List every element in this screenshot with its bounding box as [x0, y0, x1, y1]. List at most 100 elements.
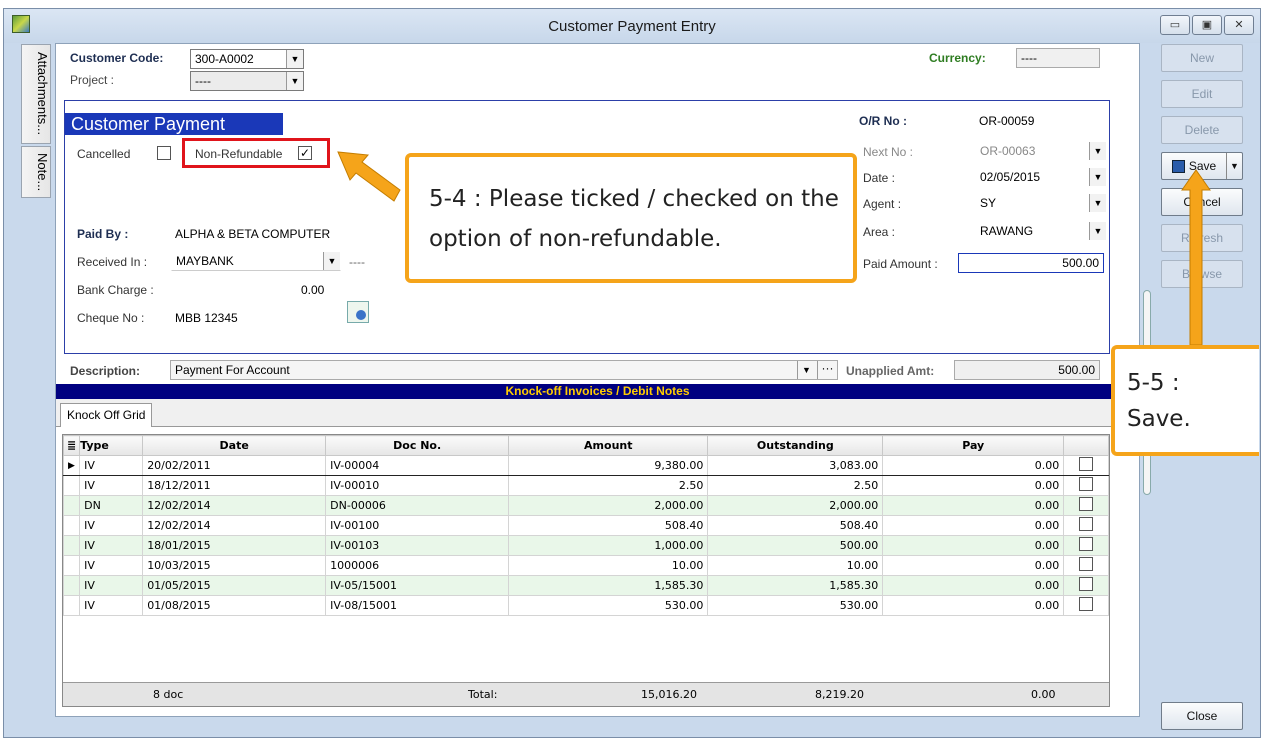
- row-checkbox[interactable]: [1079, 537, 1094, 551]
- chevron-down-icon[interactable]: ▼: [1089, 168, 1106, 186]
- cell-amount: 2,000.00: [508, 495, 709, 516]
- cell-date: 10/03/2015: [142, 555, 327, 576]
- col-doc-no[interactable]: Doc No.: [325, 435, 510, 456]
- next-no-combo[interactable]: OR-00063 ▼: [975, 141, 1107, 161]
- table-row[interactable]: IV 12/02/2014 IV-00100 508.40 508.40 0.0…: [63, 515, 1109, 536]
- received-in-extra: ----: [349, 255, 365, 269]
- cell-doc: IV-00010: [325, 475, 510, 496]
- attachments-tab[interactable]: Attachments...: [21, 44, 51, 144]
- paid-amount-field[interactable]: 500.00: [958, 253, 1104, 273]
- row-checkbox[interactable]: [1079, 497, 1094, 511]
- date-combo[interactable]: 02/05/2015 ▼: [975, 167, 1107, 187]
- cell-outstanding: 2,000.00: [707, 495, 884, 516]
- edit-button[interactable]: Edit: [1161, 80, 1243, 108]
- cell-date: 20/02/2011: [142, 455, 327, 476]
- grid-footer: 8 doc Total: 15,016.20 8,219.20 0.00: [63, 682, 1109, 706]
- cell-outstanding: 500.00: [707, 535, 884, 556]
- chevron-down-icon[interactable]: ▼: [797, 361, 815, 379]
- close-button[interactable]: Close: [1161, 702, 1243, 730]
- save-button[interactable]: Save ▼: [1161, 152, 1243, 180]
- cheque-no-value[interactable]: MBB 12345: [175, 311, 238, 325]
- table-row[interactable]: IV 18/01/2015 IV-00103 1,000.00 500.00 0…: [63, 535, 1109, 556]
- cell-pay[interactable]: 0.00: [882, 555, 1065, 576]
- grid-menu-icon[interactable]: ≣: [63, 435, 81, 456]
- cell-doc: IV-00103: [325, 535, 510, 556]
- area-combo[interactable]: RAWANG ▼: [975, 221, 1107, 241]
- chevron-down-icon[interactable]: ▼: [1089, 194, 1106, 212]
- table-row[interactable]: ▶ IV 20/02/2011 IV-00004 9,380.00 3,083.…: [63, 455, 1109, 476]
- description-field[interactable]: Payment For Account ▼ ···: [170, 360, 838, 380]
- paid-amount-label: Paid Amount :: [863, 257, 938, 271]
- chevron-down-icon[interactable]: ▼: [323, 252, 340, 270]
- customer-code-value: 300-A0002: [195, 52, 254, 66]
- close-window-button[interactable]: ✕: [1224, 15, 1254, 35]
- project-combo[interactable]: ---- ▼: [190, 71, 304, 91]
- refresh-button[interactable]: Refresh: [1161, 224, 1243, 252]
- new-button[interactable]: New: [1161, 44, 1243, 72]
- next-no-label: Next No :: [863, 145, 914, 159]
- cell-pay[interactable]: 0.00: [882, 595, 1065, 616]
- area-value: RAWANG: [980, 224, 1034, 238]
- row-checkbox[interactable]: [1079, 577, 1094, 591]
- top-strip: [0, 0, 1262, 8]
- form-content: Customer Code: 300-A0002 ▼ Project : ---…: [55, 43, 1140, 717]
- agent-label: Agent :: [863, 197, 902, 211]
- tab-knock-off-grid[interactable]: Knock Off Grid: [60, 403, 153, 427]
- cell-date: 18/12/2011: [142, 475, 327, 496]
- col-date[interactable]: Date: [142, 435, 327, 456]
- table-row[interactable]: IV 01/05/2015 IV-05/15001 1,585.30 1,585…: [63, 575, 1109, 596]
- agent-combo[interactable]: SY ▼: [975, 193, 1107, 213]
- table-row[interactable]: DN 12/02/2014 DN-00006 2,000.00 2,000.00…: [63, 495, 1109, 516]
- received-in-combo[interactable]: MAYBANK ▼: [171, 251, 341, 271]
- cell-pay[interactable]: 0.00: [882, 575, 1065, 596]
- chevron-down-icon[interactable]: ▼: [1089, 222, 1106, 240]
- cell-amount: 1,585.30: [508, 575, 709, 596]
- cell-type: IV: [79, 595, 144, 616]
- currency-value: ----: [1021, 51, 1037, 65]
- non-refundable-checkbox[interactable]: ✓: [298, 146, 312, 160]
- cell-pay[interactable]: 0.00: [882, 475, 1065, 496]
- table-row[interactable]: IV 10/03/2015 1000006 10.00 10.00 0.00: [63, 555, 1109, 576]
- received-in-value: MAYBANK: [176, 254, 234, 268]
- col-outstanding[interactable]: Outstanding: [707, 435, 884, 456]
- cell-pay[interactable]: 0.00: [882, 455, 1065, 476]
- col-type[interactable]: Type: [79, 435, 144, 456]
- received-in-label: Received In :: [77, 255, 148, 269]
- cell-type: IV: [79, 535, 144, 556]
- more-icon[interactable]: ···: [817, 361, 837, 379]
- col-amount[interactable]: Amount: [508, 435, 709, 456]
- bank-charge-value[interactable]: 0.00: [301, 283, 324, 297]
- cell-doc: IV-08/15001: [325, 595, 510, 616]
- currency-label: Currency:: [929, 51, 986, 65]
- callout-step-5-line1: 5-5 :: [1127, 370, 1180, 396]
- table-row[interactable]: IV 01/08/2015 IV-08/15001 530.00 530.00 …: [63, 595, 1109, 616]
- table-row[interactable]: IV 18/12/2011 IV-00010 2.50 2.50 0.00: [63, 475, 1109, 496]
- row-checkbox[interactable]: [1079, 477, 1094, 491]
- row-checkbox[interactable]: [1079, 557, 1094, 571]
- chevron-down-icon[interactable]: ▼: [286, 72, 303, 90]
- chevron-down-icon[interactable]: ▼: [1089, 142, 1106, 160]
- cell-pay[interactable]: 0.00: [882, 495, 1065, 516]
- maximize-button[interactable]: ▣: [1192, 15, 1222, 35]
- cell-pay[interactable]: 0.00: [882, 535, 1065, 556]
- row-checkbox[interactable]: [1079, 597, 1094, 611]
- cell-amount: 10.00: [508, 555, 709, 576]
- agent-value: SY: [980, 196, 997, 210]
- row-checkbox[interactable]: [1079, 457, 1094, 471]
- cancel-button[interactable]: Cancel: [1161, 188, 1243, 216]
- col-pay[interactable]: Pay: [882, 435, 1065, 456]
- delete-button[interactable]: Delete: [1161, 116, 1243, 144]
- browse-button[interactable]: Browse: [1161, 260, 1243, 288]
- cell-pay[interactable]: 0.00: [882, 515, 1065, 536]
- customer-code-label: Customer Code:: [70, 51, 164, 65]
- cancelled-checkbox[interactable]: [157, 146, 171, 160]
- chevron-down-icon[interactable]: ▼: [286, 50, 303, 68]
- calculator-icon[interactable]: [347, 301, 369, 323]
- cell-outstanding: 10.00: [707, 555, 884, 576]
- customer-code-combo[interactable]: 300-A0002 ▼: [190, 49, 304, 69]
- minimize-button[interactable]: ▭: [1160, 15, 1190, 35]
- note-tab[interactable]: Note...: [21, 146, 51, 198]
- row-checkbox[interactable]: [1079, 517, 1094, 531]
- window-title: Customer Payment Entry: [548, 18, 716, 35]
- chevron-down-icon[interactable]: ▼: [1226, 153, 1242, 179]
